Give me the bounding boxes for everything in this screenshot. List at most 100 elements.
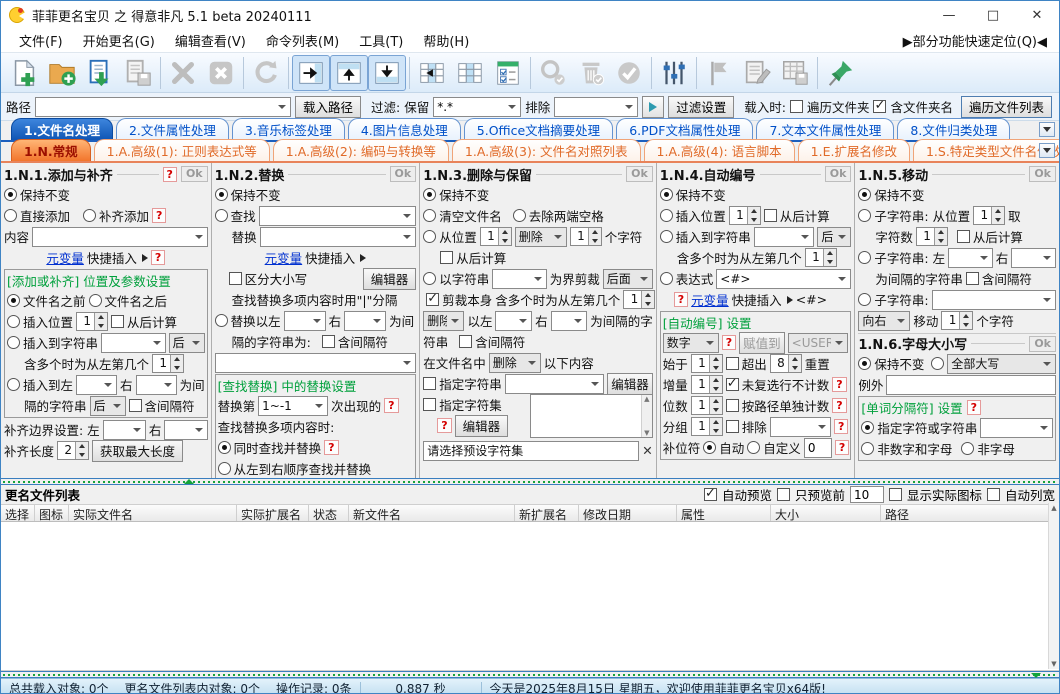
- p4-insert-arrow-icon[interactable]: [787, 296, 793, 304]
- p5-sub-pos-radio[interactable]: [858, 209, 871, 222]
- p2-insert-arrow-icon[interactable]: [360, 254, 366, 262]
- p2-simul-help-icon[interactable]: ?: [324, 440, 338, 455]
- file-table-scrollbar[interactable]: ▲▼: [1048, 503, 1059, 669]
- p1-nth-spinner[interactable]: 1: [152, 354, 184, 373]
- check-list-icon[interactable]: [489, 55, 527, 91]
- col-path[interactable]: 路径: [881, 505, 1059, 521]
- p2-incl-sep-checkbox[interactable]: [322, 335, 335, 348]
- tab-music-tag[interactable]: 3.音乐标签处理: [232, 118, 345, 140]
- edit-list-icon[interactable]: [738, 55, 776, 91]
- p1-after-name-radio[interactable]: [89, 294, 102, 307]
- list-status-splitter[interactable]: [1, 671, 1059, 678]
- p4-exclude-checkbox[interactable]: [726, 420, 739, 433]
- p4-digits-spinner[interactable]: 1: [691, 396, 723, 415]
- p3-charset-textarea[interactable]: ▲▼: [530, 394, 653, 438]
- path-combo[interactable]: [35, 97, 291, 117]
- clear-all-icon[interactable]: [202, 55, 240, 91]
- p6-case-radio[interactable]: [931, 357, 944, 370]
- pin-icon[interactable]: [821, 55, 859, 91]
- col-actual-ext[interactable]: 实际扩展名: [237, 505, 309, 521]
- p3-bystr-radio[interactable]: [423, 272, 436, 285]
- p2-simul-radio[interactable]: [218, 441, 231, 454]
- panel4-ok-button[interactable]: Ok: [825, 166, 852, 182]
- panel5-ok-button[interactable]: Ok: [1029, 166, 1056, 182]
- p6-group-help-icon[interactable]: ?: [967, 400, 981, 415]
- menu-file[interactable]: 文件(F): [9, 29, 73, 52]
- p1-between-left-combo[interactable]: [76, 375, 117, 395]
- p4-custom-radio[interactable]: [747, 441, 760, 454]
- col-icon[interactable]: 图标: [35, 505, 69, 521]
- panel2-ok-button[interactable]: Ok: [390, 166, 417, 182]
- close-button[interactable]: ✕: [1015, 1, 1059, 29]
- p3-charset-checkbox[interactable]: [423, 398, 436, 411]
- p1-insert-str-radio[interactable]: [7, 336, 20, 349]
- p5-from-end-checkbox[interactable]: [957, 230, 970, 243]
- col-actual-name[interactable]: 实际文件名: [69, 505, 237, 521]
- subtab-script[interactable]: 1.A.高级(4): 语言脚本: [644, 139, 795, 161]
- p4-metavar-link[interactable]: 元变量: [691, 290, 729, 309]
- p5-sub-pos-spinner[interactable]: 1: [973, 206, 1005, 225]
- apply-filter-icon[interactable]: [642, 96, 664, 118]
- menu-tools[interactable]: 工具(T): [349, 29, 413, 52]
- p5-sub-between-radio[interactable]: [858, 251, 871, 264]
- load-path-button[interactable]: 载入路径: [295, 96, 361, 118]
- panel-bottom-toggle-icon[interactable]: [368, 55, 406, 91]
- include-folder-name-checkbox[interactable]: [873, 100, 886, 113]
- p4-nth-spinner[interactable]: 1: [805, 248, 837, 267]
- p3-charset-editor-button[interactable]: 编辑器: [455, 415, 509, 437]
- panel6-ok-button[interactable]: Ok: [1029, 336, 1056, 352]
- p3-spec-str-checkbox[interactable]: [423, 377, 436, 390]
- p1-pad-add-help-icon[interactable]: ?: [152, 208, 166, 223]
- p3-keep-radio[interactable]: [423, 188, 436, 201]
- show-icons-checkbox[interactable]: [889, 488, 902, 501]
- p4-assign-button[interactable]: 赋值到: [739, 332, 785, 354]
- filter-sliders-icon[interactable]: [655, 55, 693, 91]
- quick-locate-menu[interactable]: ▶部分功能快速定位(Q)◀: [903, 31, 1051, 50]
- panel-list-splitter[interactable]: [1, 478, 1059, 485]
- p2-between-right-combo[interactable]: [344, 311, 386, 331]
- p2-seq-radio[interactable]: [218, 462, 231, 475]
- p6-except-input[interactable]: [886, 375, 1056, 395]
- p3-spec-str-combo[interactable]: [505, 374, 605, 394]
- p4-keep-radio[interactable]: [660, 188, 673, 201]
- p5-sub-plain-radio[interactable]: [858, 293, 871, 306]
- p2-keep-radio[interactable]: [215, 188, 228, 201]
- p4-insert-pos-spinner[interactable]: 1: [729, 206, 761, 225]
- col-size[interactable]: 大小: [771, 505, 881, 521]
- p1-pad-left-combo[interactable]: [103, 420, 146, 440]
- p4-per-path-help-icon[interactable]: ?: [832, 398, 846, 413]
- p1-before-name-radio[interactable]: [7, 294, 20, 307]
- p1-pad-len-spinner[interactable]: 2: [57, 441, 89, 460]
- p4-type-help-icon[interactable]: ?: [722, 335, 736, 350]
- col-new-ext[interactable]: 新扩展名: [515, 505, 579, 521]
- tab-office-summary[interactable]: 5.Office文档摘要处理: [464, 118, 613, 140]
- preview-count-input[interactable]: [850, 486, 884, 503]
- p2-find-combo[interactable]: [259, 206, 417, 226]
- p6-non-alpha-radio[interactable]: [961, 442, 974, 455]
- p1-keep-radio[interactable]: [4, 188, 17, 201]
- p6-case-mode-dropdown[interactable]: 全部大写: [947, 354, 1056, 374]
- p4-exclude-help-icon[interactable]: ?: [834, 419, 848, 434]
- p3-charset-scrollbar[interactable]: ▲▼: [641, 395, 652, 437]
- p2-nth-combo[interactable]: 1~-1: [258, 396, 328, 416]
- subtab-regex[interactable]: 1.A.高级(1): 正则表达式等: [94, 139, 270, 161]
- p1-insert-arrow-icon[interactable]: [142, 254, 148, 262]
- p4-skip-help-icon[interactable]: ?: [832, 377, 846, 392]
- p4-assign-to-dropdown[interactable]: <USER0>: [788, 333, 849, 353]
- p3-pos-spinner[interactable]: 1: [480, 227, 512, 246]
- col-new-name[interactable]: 新文件名: [349, 505, 515, 521]
- p3-between-right-combo[interactable]: [551, 311, 588, 331]
- main-tabs-dropdown-icon[interactable]: [1039, 122, 1055, 137]
- col-modified-date[interactable]: 修改日期: [579, 505, 677, 521]
- p4-per-path-checkbox[interactable]: [726, 399, 739, 412]
- delete-confirm-icon[interactable]: [572, 55, 610, 91]
- p3-spec-str-editor-button[interactable]: 编辑器: [607, 373, 653, 395]
- tab-image-info[interactable]: 4.图片信息处理: [348, 118, 461, 140]
- col-status[interactable]: 状态: [309, 505, 349, 521]
- p2-between-radio[interactable]: [215, 314, 228, 327]
- p1-between-side-dropdown[interactable]: 后: [90, 396, 126, 416]
- p3-pos-radio[interactable]: [423, 230, 436, 243]
- panel-top-toggle-icon[interactable]: [330, 55, 368, 91]
- flag-icon[interactable]: [700, 55, 738, 91]
- p1-after-dropdown[interactable]: 后: [169, 333, 205, 353]
